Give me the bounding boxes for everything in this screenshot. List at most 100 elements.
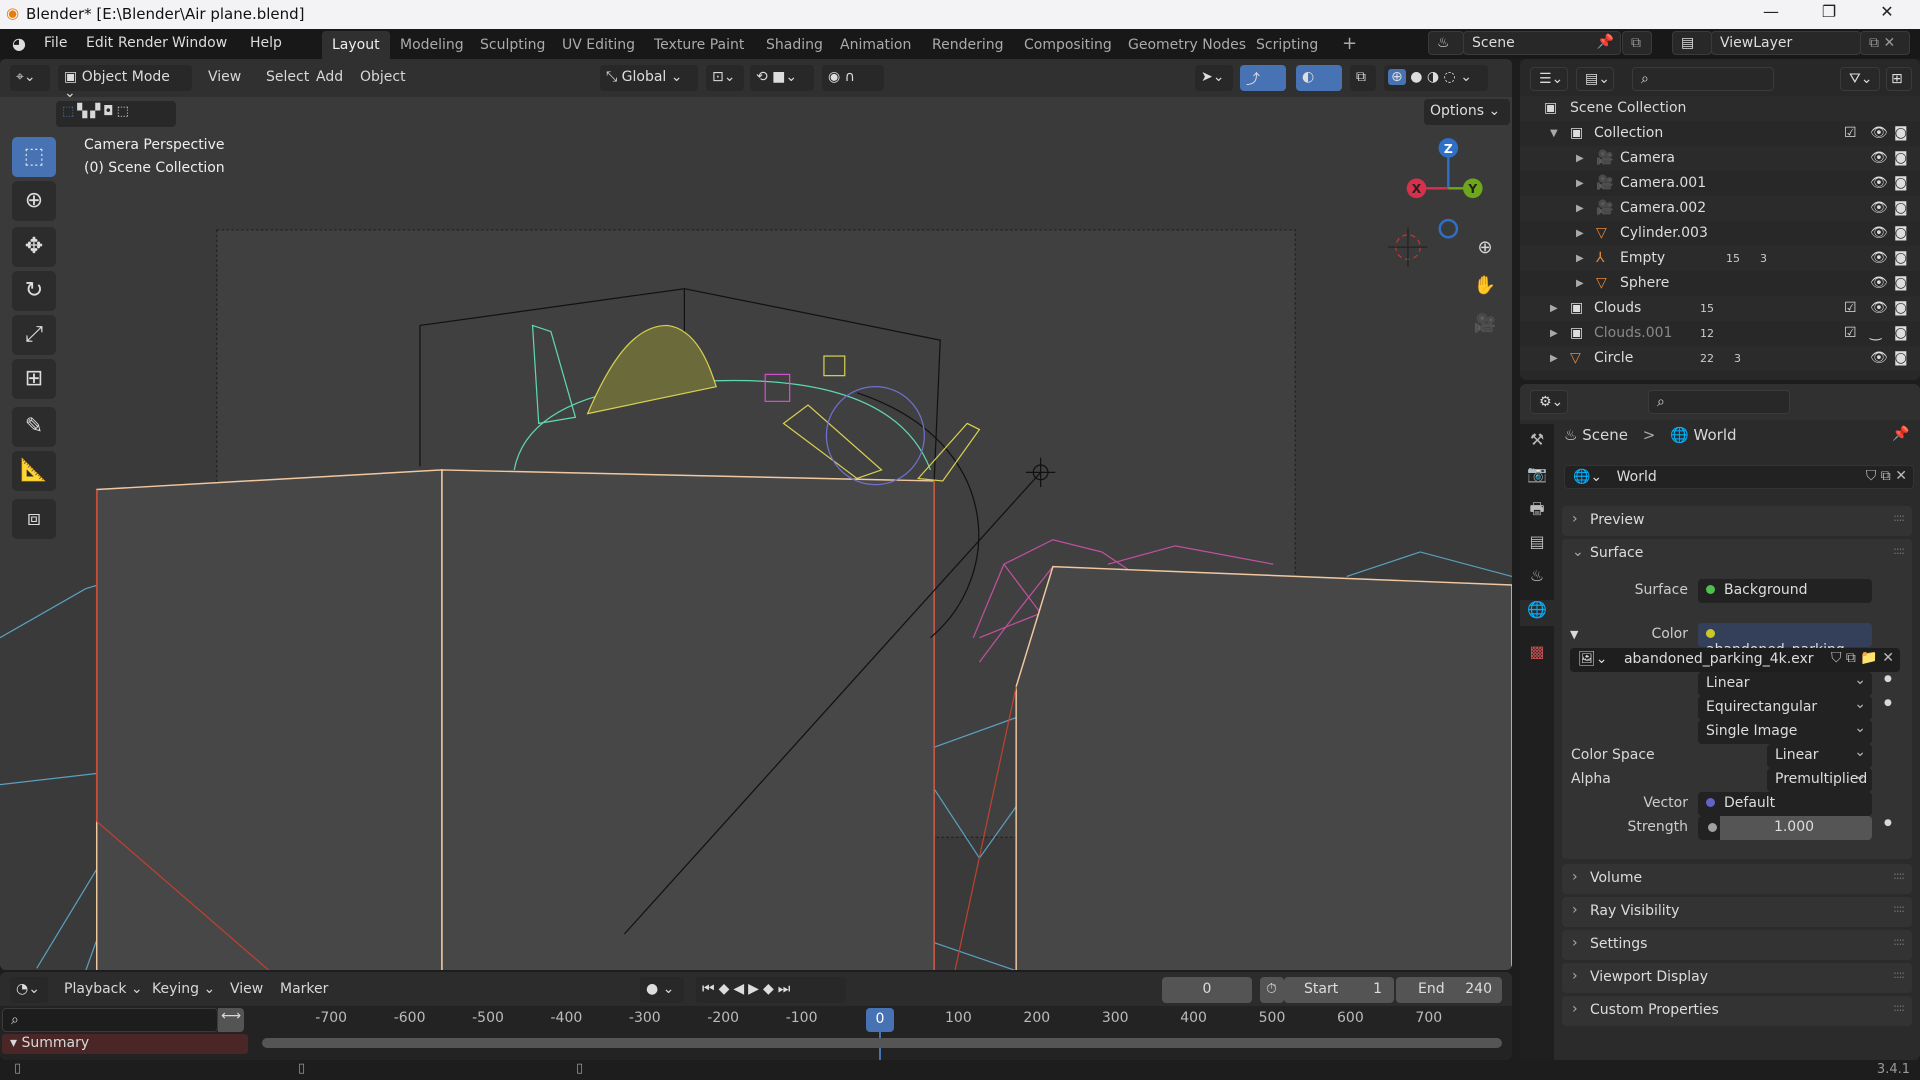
vector-input-field[interactable]: Default <box>1698 792 1872 816</box>
editor-type-button[interactable]: ⌖⌄ <box>10 65 50 91</box>
exclude-checkbox[interactable]: ☑ <box>1844 321 1857 346</box>
outliner-search-input[interactable]: ⌕ <box>1632 67 1774 91</box>
panel-settings[interactable]: › Settings:::: <box>1562 930 1912 960</box>
overlay-toggle-button[interactable]: ◐ <box>1296 65 1342 91</box>
panel-viewport-display[interactable]: › Viewport Display:::: <box>1562 963 1912 993</box>
scale-tool[interactable]: ⤢ <box>12 315 56 355</box>
image-datablock-field[interactable]: 🖼⌄ abandoned_parking_4k.exr ⛉ ⧉ 📁 ✕ <box>1570 648 1900 672</box>
interpolation-dropdown[interactable]: Linear <box>1698 672 1872 696</box>
expand-arrow-icon[interactable]: ▶ <box>1576 221 1584 246</box>
exclude-checkbox[interactable]: ☑ <box>1844 296 1857 321</box>
viewport-menu-view[interactable]: View <box>208 69 241 85</box>
select-box-tool[interactable]: ⬚ <box>12 137 56 177</box>
add-cube-tool[interactable]: ⧈ <box>12 499 56 539</box>
pin-icon[interactable]: 📌 <box>1597 34 1614 50</box>
play-icon[interactable]: ▶ <box>748 981 763 997</box>
outliner-row[interactable]: ▶ ⅄ Empty 15 3 👁 ◙ <box>1520 246 1920 271</box>
timeline-search-input[interactable]: ⌕ <box>2 1008 218 1032</box>
transform-orientation-dropdown[interactable]: ⤡ Global ⌄ <box>600 65 698 91</box>
outliner-item-name[interactable]: Circle <box>1594 346 1633 371</box>
world-datablock-field[interactable]: 🌐⌄ World ⛉ ⧉ ✕ <box>1564 465 1914 489</box>
view-layer-selector-button[interactable]: ▤ <box>1672 31 1712 55</box>
timeline-editor-type-button[interactable]: ◔⌄ <box>10 977 48 1003</box>
scene-name-field[interactable]: Scene 📌 <box>1463 31 1621 55</box>
select-new-icon[interactable]: ⬚ <box>62 104 77 119</box>
expand-arrow-icon[interactable]: ▶ <box>1576 196 1584 221</box>
options-dropdown[interactable]: Options ⌄ <box>1424 99 1510 125</box>
solid-shading-icon[interactable]: ● <box>1410 69 1422 85</box>
viewport-menu-select[interactable]: Select <box>266 69 309 85</box>
new-collection-button[interactable]: ⊞ <box>1886 67 1912 91</box>
timeline-menu-marker[interactable]: Marker <box>280 981 328 997</box>
panel-preview[interactable]: › Preview:::: <box>1562 506 1912 536</box>
transform-tool[interactable]: ⊞ <box>12 359 56 399</box>
annotate-tool[interactable]: ✎ <box>12 407 56 447</box>
expand-arrow-icon[interactable]: ▶ <box>1550 296 1558 321</box>
timeline[interactable]: ◔⌄ Playback ⌄ Keying ⌄ View Marker ● ⌄ ⏮◆◀▶… <box>0 972 1512 1060</box>
view-layer-filter-button[interactable]: ▤⌄ <box>1576 67 1614 91</box>
menu-file[interactable]: File <box>44 35 67 51</box>
expand-arrow-icon[interactable]: ▶ <box>1576 146 1584 171</box>
playhead[interactable]: 0 <box>866 1008 894 1032</box>
outliner-item-name[interactable]: Collection <box>1594 121 1663 146</box>
viewport-menu-add[interactable]: Add <box>316 69 343 85</box>
strength-slider[interactable]: 1.000 <box>1698 816 1872 840</box>
auto-keying-button[interactable]: ● ⌄ <box>640 977 684 1003</box>
expand-arrow-icon[interactable]: ▶ <box>1550 346 1558 371</box>
tab-uv-editing[interactable]: UV Editing <box>552 31 645 59</box>
jump-start-icon[interactable]: ⏮ <box>702 981 719 997</box>
color-input-field[interactable]: abandoned_parking_... <box>1698 623 1872 658</box>
texture-tab-icon[interactable]: ▩ <box>1524 642 1550 668</box>
properties-search-input[interactable]: ⌕ <box>1648 390 1790 414</box>
snap-button[interactable]: ⟲ ■⌄ <box>750 65 814 91</box>
pivot-point-button[interactable]: ⊡⌄ <box>706 65 744 91</box>
render-camera-icon[interactable]: ◙ <box>1894 271 1908 296</box>
jump-end-icon[interactable]: ⏭ <box>778 981 795 997</box>
viewport-scene[interactable]: Z X Y <box>0 59 1512 970</box>
image-buttons[interactable]: ⛉ ⧉ 📁 ✕ <box>1831 650 1894 666</box>
outliner-item-name[interactable]: Camera.002 <box>1620 196 1706 221</box>
pan-view-button[interactable]: ✋ <box>1470 271 1500 301</box>
tab-modeling[interactable]: Modeling <box>390 31 474 59</box>
render-camera-icon[interactable]: ◙ <box>1894 346 1908 371</box>
render-camera-icon[interactable]: ◙ <box>1894 221 1908 246</box>
outliner-item-name[interactable]: Cylinder.003 <box>1620 221 1708 246</box>
visibility-eye-icon[interactable]: 👁 <box>1870 246 1888 271</box>
viewport-menu-object[interactable]: Object <box>360 69 406 85</box>
outliner-row[interactable]: ▶ 🎥 Camera 👁 ◙ <box>1520 146 1920 171</box>
prev-keyframe-icon[interactable]: ◆ <box>719 981 734 997</box>
expand-arrow-icon[interactable]: ▶ <box>1576 171 1584 196</box>
tab-texture-paint[interactable]: Texture Paint <box>644 31 754 59</box>
render-tab-icon[interactable]: 📷 <box>1524 464 1550 490</box>
datablock-buttons[interactable]: ⛉ ⧉ ✕ <box>1866 468 1907 484</box>
timeline-menu-playback[interactable]: Playback ⌄ <box>64 981 143 997</box>
tab-scripting[interactable]: Scripting <box>1246 31 1328 59</box>
tool-tab-icon[interactable]: ⚒ <box>1524 430 1550 456</box>
outliner-row-scene-collection[interactable]: ▣ Scene Collection <box>1520 96 1920 121</box>
proportional-editing-button[interactable]: ◉ ∩ <box>822 65 884 91</box>
outliner-row[interactable]: ▶ ▣ Clouds 15 ☑ 👁 ◙ <box>1520 296 1920 321</box>
drag-grip-icon[interactable]: :::: <box>1893 935 1905 948</box>
outliner-item-name[interactable]: Clouds.001 <box>1594 321 1672 346</box>
panel-volume[interactable]: › Volume:::: <box>1562 864 1912 894</box>
timeline-menu-keying[interactable]: Keying ⌄ <box>152 981 215 997</box>
alpha-dropdown[interactable]: Premultiplied <box>1767 768 1872 792</box>
play-reverse-icon[interactable]: ◀ <box>733 981 748 997</box>
drag-grip-icon[interactable]: :::: <box>1893 544 1905 557</box>
render-camera-icon[interactable]: ◙ <box>1894 121 1908 146</box>
outliner-row[interactable]: ▼ ▣ Collection ☑ 👁 ◙ <box>1520 121 1920 146</box>
wireframe-shading-icon[interactable]: ⊕ <box>1388 69 1406 85</box>
sync-toggle-button[interactable]: ⟷ <box>218 1008 244 1032</box>
tab-animation[interactable]: Animation <box>830 31 921 59</box>
expand-arrow-icon[interactable]: ▶ <box>1550 321 1558 346</box>
rotate-tool[interactable]: ↻ <box>12 271 56 311</box>
drag-grip-icon[interactable]: :::: <box>1893 1001 1905 1014</box>
minimize-button[interactable]: — <box>1748 2 1794 28</box>
menu-edit[interactable]: Edit <box>86 35 113 51</box>
drag-grip-icon[interactable]: :::: <box>1893 869 1905 882</box>
tab-shading[interactable]: Shading <box>756 31 833 59</box>
blender-menu-icon[interactable]: ◕ <box>12 34 26 53</box>
camera-view-button[interactable]: 🎥 <box>1470 309 1500 339</box>
preview-range-button[interactable]: ⏱ <box>1260 977 1284 1003</box>
keyframe-dot-icon[interactable]: ● <box>1884 818 1892 828</box>
